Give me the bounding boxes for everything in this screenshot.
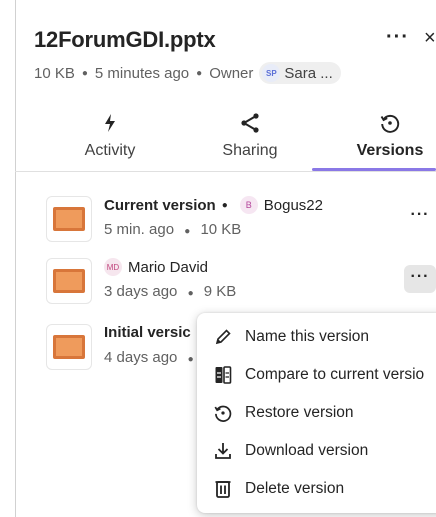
tab-versions[interactable]: Versions [325, 100, 436, 172]
close-button[interactable]: × [424, 27, 436, 50]
pptx-file-icon [46, 258, 92, 304]
menu-item-restore[interactable]: Restore version [197, 395, 436, 431]
tab-activity-label: Activity [84, 142, 136, 159]
file-size: 10 KB [34, 64, 75, 82]
version-author: Bogus22 [263, 196, 323, 214]
tab-sharing-label: Sharing [222, 142, 278, 159]
menu-item-name-version[interactable]: Name this version [197, 319, 436, 355]
version-size: 9 KB [203, 283, 237, 300]
tab-versions-label: Versions [356, 142, 424, 159]
version-author: Mario David [128, 258, 209, 276]
author-avatar: MD [104, 258, 122, 276]
tab-sharing[interactable]: Sharing [185, 100, 315, 172]
owner-avatar: SP [262, 64, 281, 82]
version-item-current[interactable]: Current version ● B Bogus22 5 min. ago ●… [46, 194, 436, 244]
active-tab-indicator [312, 168, 436, 171]
pptx-file-icon [46, 324, 92, 370]
owner-name: Sara ... [284, 64, 333, 82]
version-title: Initial versic [104, 324, 191, 341]
version-more-button[interactable]: ··· [404, 265, 436, 293]
restore-icon [211, 401, 235, 425]
file-meta: 10 KB ● 5 minutes ago ● Owner SP Sara ..… [34, 62, 341, 84]
pencil-icon [211, 325, 235, 349]
menu-item-download[interactable]: Download version [197, 433, 436, 469]
version-item-mario[interactable]: MD Mario David 3 days ago ● 9 KB ··· [46, 256, 436, 306]
author-avatar: B [239, 196, 258, 214]
owner-chip[interactable]: SP Sara ... [259, 62, 341, 84]
history-icon [325, 110, 436, 136]
version-size: 10 KB [200, 221, 242, 238]
file-title: 12ForumGDI.pptx [34, 27, 216, 52]
menu-item-delete[interactable]: Delete version [197, 471, 436, 507]
tab-bar: Activity Sharing Versions [15, 100, 436, 172]
download-icon [211, 439, 235, 463]
version-context-menu: Name this version Compare to current ver… [197, 313, 436, 513]
more-options-button[interactable]: ··· [386, 26, 409, 49]
version-time: 4 days ago [104, 349, 178, 366]
version-time: 5 min. ago [104, 221, 175, 238]
menu-item-compare[interactable]: Compare to current versio [197, 357, 436, 393]
trash-icon [211, 477, 235, 501]
lightning-icon [45, 110, 175, 136]
compare-icon [211, 363, 235, 387]
file-modified: 5 minutes ago [94, 64, 190, 82]
tabs-divider [15, 171, 436, 172]
version-more-button[interactable]: ··· [404, 203, 436, 231]
pptx-file-icon [46, 196, 92, 242]
version-title: Current version [104, 196, 216, 214]
share-icon [185, 110, 315, 136]
version-time: 3 days ago [104, 283, 178, 300]
tab-activity[interactable]: Activity [45, 100, 175, 172]
owner-label: Owner [209, 64, 254, 82]
